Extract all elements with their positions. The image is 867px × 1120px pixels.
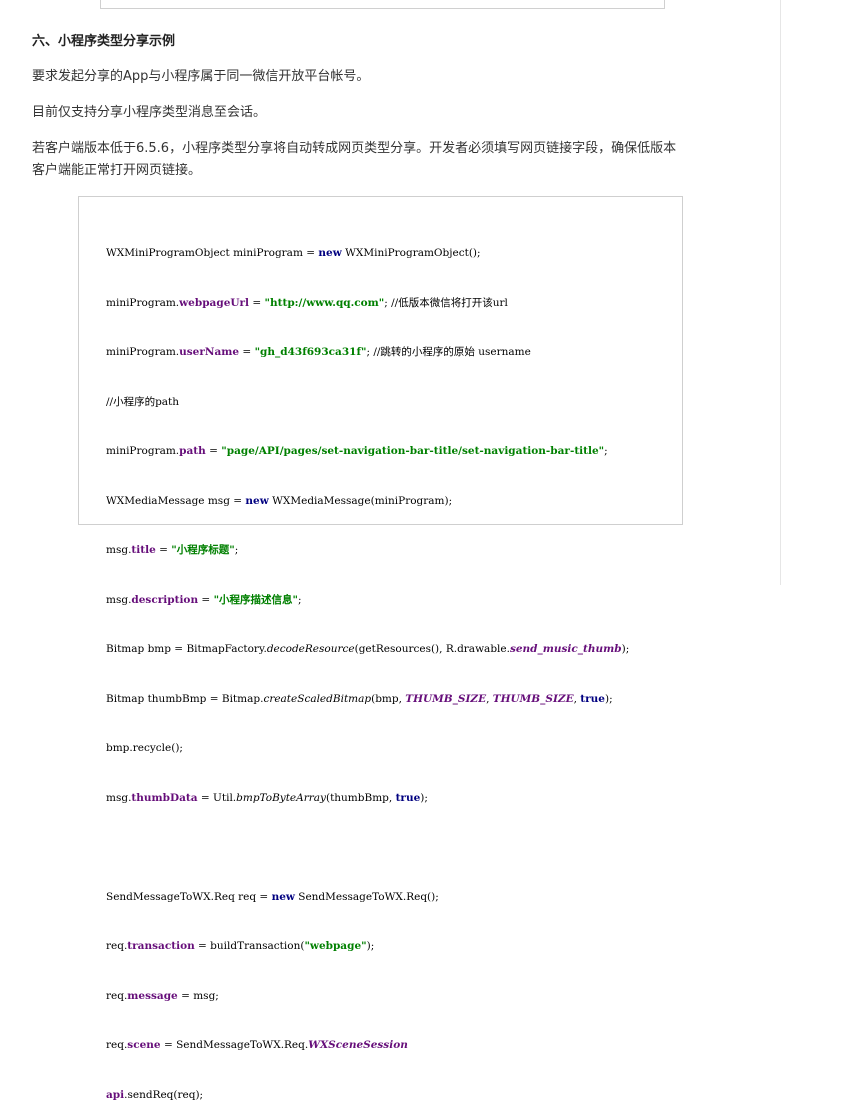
code-comment: ; //跳转的小程序的原始 username (366, 346, 531, 358)
code-line-5: miniProgram.path = "page/API/pages/set-n… (106, 443, 629, 460)
code-string: "http://www.qq.com" (264, 296, 385, 309)
code-static-method: bmpToByteArray (236, 791, 326, 804)
code-text: = buildTransaction( (194, 940, 305, 952)
paragraph-version-fallback: 若客户端版本低于6.5.6，小程序类型分享将自动转成网页类型分享。开发者必须填写… (32, 138, 676, 182)
code-constant: WXSceneSession (308, 1039, 408, 1051)
code-string: "gh_d43f693ca31f" (254, 346, 367, 358)
code-field: api (106, 1088, 125, 1101)
code-string: "page/API/pages/set-navigation-bar-title… (221, 445, 605, 457)
code-line-1: WXMiniProgramObject miniProgram = new WX… (106, 245, 629, 262)
code-line-3: miniProgram.userName = "gh_d43f693ca31f"… (106, 344, 629, 361)
code-text: msg. (106, 544, 132, 556)
code-line-8: msg.description = "小程序描述信息"; (106, 592, 629, 609)
code-text: req. (106, 940, 128, 952)
code-text: = (155, 544, 172, 556)
code-string: "小程序标题" (171, 544, 235, 556)
code-line-14: SendMessageToWX.Req req = new SendMessag… (106, 889, 629, 906)
code-text: ); (604, 692, 613, 705)
code-text: Bitmap thumbBmp = Bitmap. (106, 692, 264, 705)
code-text: WXMiniProgramObject miniProgram = (106, 247, 319, 259)
code-text: = Util. (197, 791, 237, 804)
code-keyword: new (271, 890, 295, 903)
previous-code-box (100, 0, 665, 9)
code-comment: ; //低版本微信将打开该url (384, 296, 508, 309)
code-line-11: bmp.recycle(); (106, 740, 629, 757)
code-text: miniProgram. (106, 445, 180, 457)
code-line-6: WXMediaMessage msg = new WXMediaMessage(… (106, 493, 629, 510)
code-line-4: //小程序的path (106, 394, 629, 411)
code-text: = msg; (177, 989, 219, 1002)
right-divider (780, 0, 781, 585)
code-text: (thumbBmp, (325, 791, 396, 804)
code-text: , (486, 692, 493, 705)
code-line-12: msg.thumbData = Util.bmpToByteArray(thum… (106, 790, 629, 807)
code-field: description (131, 593, 199, 606)
code-field: thumbData (131, 791, 198, 804)
code-text: = (198, 593, 214, 606)
code-field: title (131, 544, 156, 556)
code-text: SendMessageToWX.Req(); (294, 890, 439, 903)
code-field: scene (127, 1039, 161, 1051)
code-text: = SendMessageToWX.Req. (160, 1039, 309, 1051)
code-text: ; (234, 544, 239, 556)
code-line-17: req.scene = SendMessageToWX.Req.WXSceneS… (106, 1037, 629, 1054)
code-field: transaction (127, 940, 195, 952)
code-text: = (239, 346, 255, 358)
code-string: "小程序描述信息" (213, 593, 299, 606)
paragraph-line: 若客户端版本低于6.5.6，小程序类型分享将自动转成网页类型分享。开发者必须填写… (32, 141, 677, 156)
code-text: ; (604, 445, 608, 457)
code-text: WXMediaMessage(miniProgram); (268, 494, 453, 507)
code-text: (getResources(), R.drawable. (354, 643, 510, 655)
code-text: .sendReq(req); (124, 1088, 204, 1101)
code-constant: THUMB_SIZE (492, 692, 574, 705)
code-text: (bmp, (371, 692, 406, 705)
code-constant: THUMB_SIZE (405, 692, 487, 705)
code-text: ); (420, 791, 428, 804)
paragraph-line: 客户端能正常打开网页链接。 (32, 163, 202, 178)
code-text: bmp.recycle(); (106, 742, 183, 754)
code-line-15: req.transaction = buildTransaction("webp… (106, 938, 629, 955)
code-keyword: true (395, 791, 421, 804)
code-text: SendMessageToWX.Req req = (106, 890, 272, 903)
section-title: 六、小程序类型分享示例 (32, 34, 176, 49)
code-text: ); (366, 940, 375, 952)
code-comment: //小程序的path (106, 395, 180, 408)
paragraph-session-only: 目前仅支持分享小程序类型消息至会话。 (32, 105, 267, 120)
code-string: "webpage" (304, 940, 367, 952)
code-text: = (249, 296, 265, 309)
code-text: WXMiniProgramObject(); (341, 247, 481, 259)
code-text: msg. (106, 593, 132, 606)
code-field: path (179, 445, 206, 457)
paragraph-same-account: 要求发起分享的App与小程序属于同一微信开放平台帐号。 (32, 69, 370, 84)
code-listing: WXMiniProgramObject miniProgram = new WX… (106, 212, 629, 1120)
code-line-7: msg.title = "小程序标题"; (106, 542, 629, 559)
code-line-16: req.message = msg; (106, 988, 629, 1005)
code-line-10: Bitmap thumbBmp = Bitmap.createScaledBit… (106, 691, 629, 708)
code-keyword: true (580, 692, 605, 705)
code-line-9: Bitmap bmp = BitmapFactory.decodeResourc… (106, 641, 629, 658)
code-text: req. (106, 1039, 128, 1051)
code-field: userName (179, 346, 240, 358)
code-field: webpageUrl (179, 296, 250, 309)
code-text: Bitmap bmp = BitmapFactory. (106, 643, 267, 655)
code-static-method: decodeResource (266, 643, 355, 655)
code-text: ; (298, 593, 302, 606)
code-text: miniProgram. (106, 296, 180, 309)
code-static-method: createScaledBitmap (263, 692, 372, 705)
code-text: = (205, 445, 222, 457)
code-keyword: new (318, 247, 342, 259)
code-text: , (573, 692, 581, 705)
code-constant: send_music_thumb (509, 643, 622, 655)
code-line-18: api.sendReq(req); (106, 1087, 629, 1104)
code-field: message (127, 989, 178, 1002)
code-text: miniProgram. (106, 346, 180, 358)
code-text: msg. (106, 791, 132, 804)
code-text: req. (106, 989, 128, 1002)
code-keyword: new (245, 494, 269, 507)
code-text: ); (621, 643, 630, 655)
code-line-2: miniProgram.webpageUrl = "http://www.qq.… (106, 295, 629, 312)
code-text: WXMediaMessage msg = (106, 494, 246, 507)
